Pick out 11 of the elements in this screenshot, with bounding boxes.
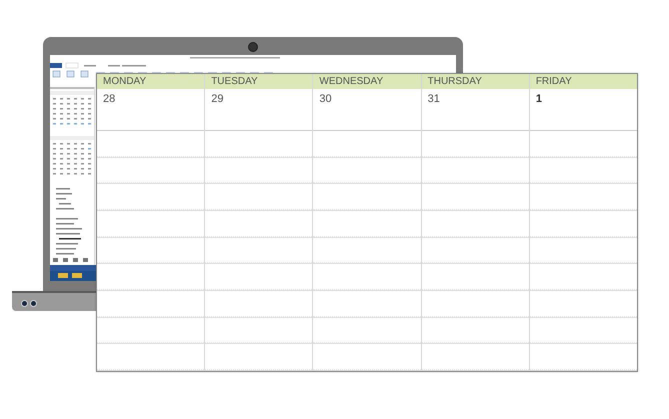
day-number[interactable]: 31 xyxy=(422,89,529,131)
day-header: MONDAY xyxy=(97,74,204,89)
day-header: TUESDAY xyxy=(205,74,312,89)
day-number[interactable]: 30 xyxy=(313,89,421,131)
day-header: THURSDAY xyxy=(422,74,529,89)
day-number[interactable]: 1 xyxy=(530,89,638,131)
day-number[interactable]: 29 xyxy=(205,89,312,131)
day-number[interactable]: 28 xyxy=(97,89,204,131)
camera-icon xyxy=(248,42,258,52)
day-header: WEDNESDAY xyxy=(313,74,421,89)
day-header: FRIDAY xyxy=(530,74,638,89)
